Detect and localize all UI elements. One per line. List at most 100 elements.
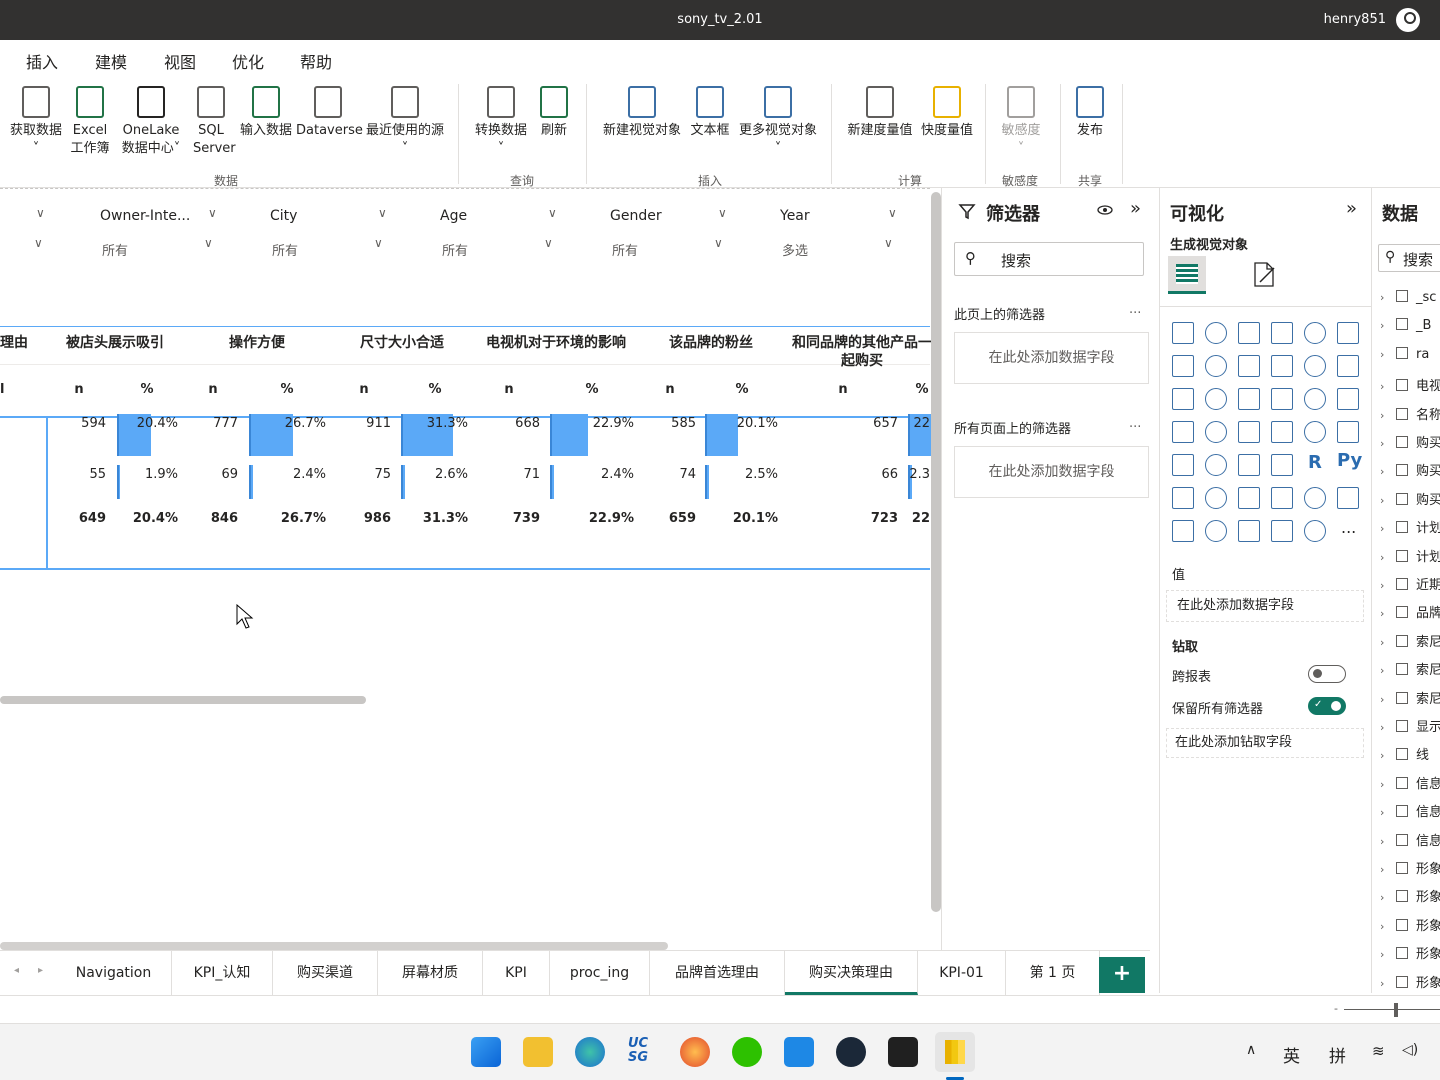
textbox-button[interactable]: 文本框	[688, 86, 732, 140]
next-page-icon[interactable]: ▸	[38, 965, 43, 976]
data-table-item[interactable]: › 索尼	[1380, 631, 1440, 650]
card-new-icon[interactable]	[1172, 520, 1194, 542]
data-table-item[interactable]: › 购买	[1380, 460, 1440, 479]
slicer-value[interactable]: 所有	[612, 240, 638, 259]
data-table-item[interactable]: › 形象	[1380, 915, 1440, 934]
data-table-item[interactable]: › ra	[1380, 346, 1429, 362]
data-table-item[interactable]: › 近期	[1380, 574, 1440, 593]
page-tab[interactable]: 品牌首选理由	[650, 951, 785, 995]
chevron-down-icon[interactable]: ∨	[208, 206, 217, 220]
chevron-down-icon[interactable]: ∨	[718, 206, 727, 220]
edge-browser-icon[interactable]	[575, 1037, 605, 1067]
matrix-visual[interactable]: 理由 l 被店头展示吸引 n% 操作方便 n% 尺寸大小合适 n% 电视机对于环境的影响 n% 该品…	[0, 326, 945, 570]
page-tab[interactable]: 购买渠道	[273, 951, 378, 995]
page-tab[interactable]: 购买决策理由	[785, 951, 918, 995]
treemap-icon[interactable]	[1337, 388, 1359, 410]
language-indicator[interactable]: 英	[1283, 1042, 1300, 1067]
data-table-item[interactable]: › 形象	[1380, 943, 1440, 962]
chevron-down-icon[interactable]: ∨	[34, 236, 43, 250]
refresh-button[interactable]: 刷新	[538, 86, 570, 140]
page-filters-drop-zone[interactable]: 在此处添加数据字段	[954, 332, 1149, 384]
stacked-bar-icon[interactable]	[1172, 322, 1194, 344]
r-visual-icon[interactable]: R	[1308, 452, 1322, 473]
chevron-down-icon[interactable]: ∨	[204, 236, 213, 250]
data-table-item[interactable]: › 信息	[1380, 830, 1440, 849]
slicer-value[interactable]: 所有	[442, 240, 468, 259]
kpi-icon[interactable]	[1172, 454, 1194, 476]
slicer-icon[interactable]	[1205, 454, 1227, 476]
clustered-bar-icon[interactable]	[1238, 322, 1260, 344]
data-table-item[interactable]: › 购买	[1380, 489, 1440, 508]
slicer-value[interactable]: 所有	[102, 240, 128, 259]
more-visuals-button[interactable]: 更多视觉对象 ˅	[734, 86, 822, 158]
transform-button[interactable]: 转换数据 ˅	[470, 86, 532, 158]
app-icon-blue[interactable]	[784, 1037, 814, 1067]
clustered-column-icon[interactable]	[1271, 322, 1293, 344]
powerbi-taskbar-icon[interactable]	[935, 1032, 975, 1072]
menu-help[interactable]: 帮助	[300, 49, 332, 73]
ribbon-chart-icon[interactable]	[1337, 355, 1359, 377]
tray-chevron-icon[interactable]: ∧	[1246, 1042, 1256, 1058]
page-tab[interactable]: 第 1 页	[1006, 951, 1100, 995]
goals-icon[interactable]	[1304, 487, 1326, 509]
page-filters-more-icon[interactable]: ...	[1129, 302, 1141, 317]
data-table-item[interactable]: › _sc	[1380, 290, 1436, 305]
column-header[interactable]: 和同品牌的其他产品一起购买	[787, 334, 937, 370]
menu-optimize[interactable]: 优化	[232, 49, 264, 73]
line-clustered-icon[interactable]	[1304, 355, 1326, 377]
data-table-item[interactable]: › 电视	[1380, 375, 1440, 394]
build-visual-tab-icon[interactable]	[1168, 256, 1206, 294]
column-header[interactable]: 被店头展示吸引	[35, 334, 195, 352]
data-table-item[interactable]: › 显示	[1380, 716, 1440, 735]
stacked-column-icon[interactable]	[1205, 322, 1227, 344]
data-table-item[interactable]: › 计划	[1380, 517, 1440, 536]
horizontal-scrollbar[interactable]	[0, 696, 366, 704]
scatter-icon[interactable]	[1238, 388, 1260, 410]
slicer-value[interactable]: 多选	[782, 240, 808, 259]
matrix-icon[interactable]	[1271, 454, 1293, 476]
ucsg-app-icon[interactable]: UC SG	[628, 1037, 658, 1067]
chevron-down-icon[interactable]: ∨	[888, 206, 897, 220]
page-tab[interactable]: proc_ing	[550, 951, 650, 995]
zoom-out-icon[interactable]: -	[1334, 1002, 1338, 1015]
more-visuals-icon[interactable]: ...	[1341, 518, 1356, 537]
chevron-down-icon[interactable]: ∨	[884, 236, 893, 250]
data-table-item[interactable]: › 信息	[1380, 773, 1440, 792]
stacked-area-icon[interactable]	[1238, 355, 1260, 377]
table-icon[interactable]	[1238, 454, 1260, 476]
cross-report-toggle[interactable]	[1308, 665, 1346, 683]
donut-icon[interactable]	[1304, 388, 1326, 410]
100-bar-icon[interactable]	[1304, 322, 1326, 344]
azure-map-icon[interactable]	[1238, 421, 1260, 443]
line-column-icon[interactable]	[1271, 355, 1293, 377]
dataverse-button[interactable]: Dataverse	[296, 86, 363, 140]
wifi-icon[interactable]: ≋	[1372, 1042, 1385, 1060]
waterfall-icon[interactable]	[1172, 388, 1194, 410]
decomposition-tree-icon[interactable]	[1205, 487, 1227, 509]
python-visual-icon[interactable]: Py	[1337, 450, 1362, 471]
data-table-item[interactable]: › 购买	[1380, 432, 1440, 451]
slicer-value[interactable]: 所有	[272, 240, 298, 259]
area-chart-icon[interactable]	[1205, 355, 1227, 377]
onelake-button[interactable]: OneLake 数据中心˅	[120, 86, 182, 158]
measure-button[interactable]: 新建度量值	[843, 86, 917, 140]
page-tab[interactable]: KPI_认知	[172, 951, 273, 995]
filled-map-icon[interactable]	[1205, 421, 1227, 443]
arcgis-icon[interactable]	[1238, 520, 1260, 542]
data-table-item[interactable]: › 形象	[1380, 972, 1440, 991]
ime-indicator[interactable]: 拼	[1329, 1042, 1346, 1067]
collapse-viz-icon[interactable]: »	[1346, 198, 1357, 219]
eye-icon[interactable]	[1096, 204, 1114, 216]
camera-app-icon[interactable]	[888, 1037, 918, 1067]
vertical-scrollbar[interactable]	[931, 192, 941, 912]
qa-icon[interactable]	[1238, 487, 1260, 509]
data-table-item[interactable]: › 信息	[1380, 801, 1440, 820]
paginated-icon[interactable]	[1337, 487, 1359, 509]
database-button[interactable]: 获取数据 ˅	[6, 86, 66, 158]
pie-icon[interactable]	[1271, 388, 1293, 410]
map-icon[interactable]	[1172, 421, 1194, 443]
report-canvas[interactable]: ∨ ∨ Owner-Inte... 所有 ∨ ∨ City 所有 ∨ ∨ Age 所有 ∨ ∨ Gender…	[0, 188, 945, 993]
data-table-item[interactable]: › 形象	[1380, 858, 1440, 877]
chevron-down-icon[interactable]: ∨	[548, 206, 557, 220]
column-header[interactable]: 操作方便	[177, 334, 337, 352]
